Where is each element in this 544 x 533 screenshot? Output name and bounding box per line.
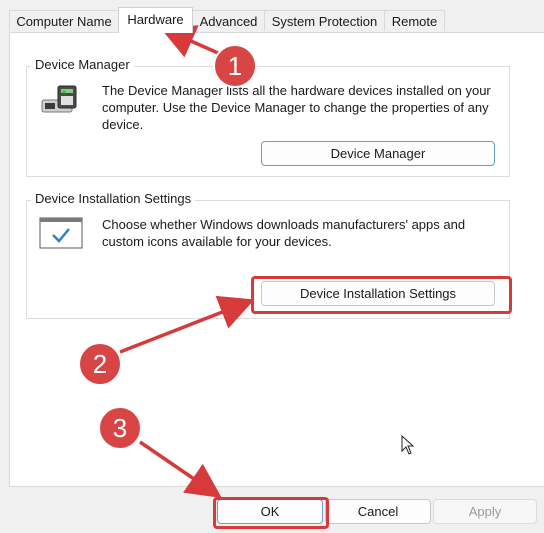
arrow-1 [159,25,219,58]
mouse-cursor-icon [401,434,415,455]
step-1-badge: 1 [213,44,257,88]
step-3-badge: 3 [98,406,142,450]
arrow-2 [119,295,255,354]
tab-hardware[interactable]: Hardware [118,7,193,33]
annotation-arrows [119,25,255,498]
arrow-3 [139,440,222,498]
step-2-badge: 2 [78,342,122,386]
